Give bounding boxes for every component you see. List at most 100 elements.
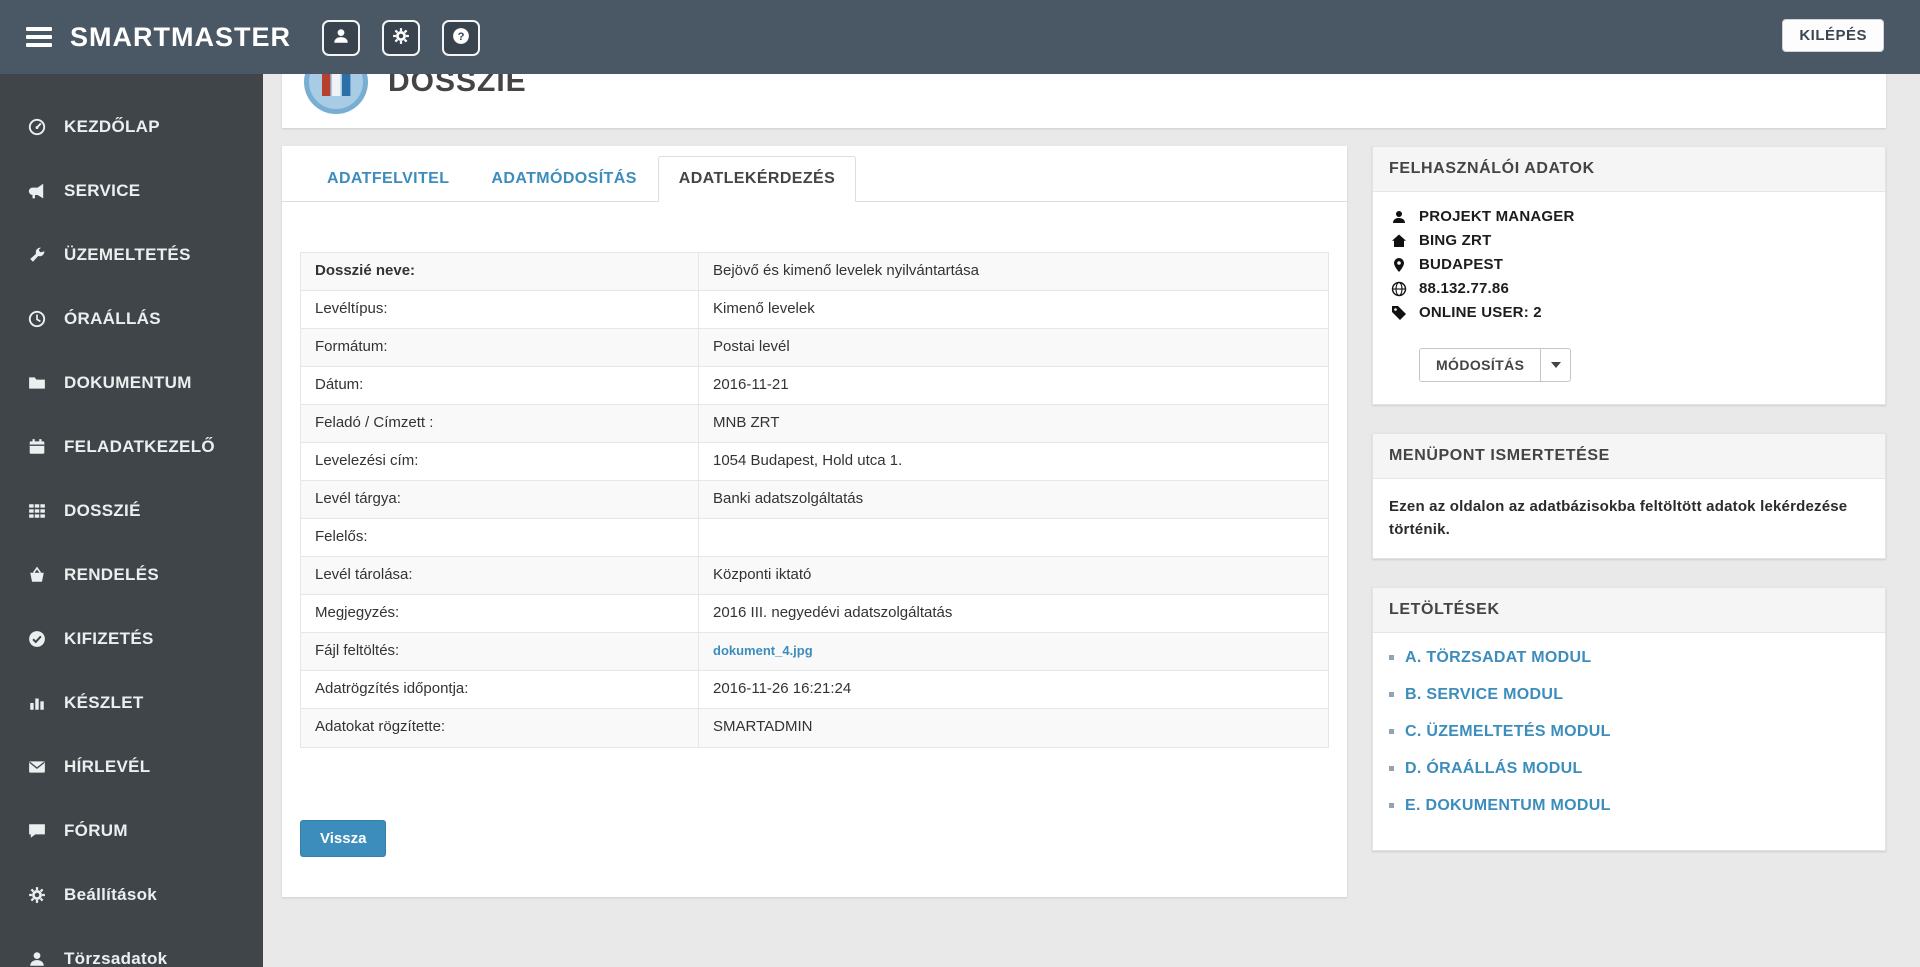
row-label: Fájl feltöltés: [301, 633, 699, 670]
gear-icon [392, 27, 410, 50]
bullet-icon [1389, 803, 1394, 808]
download-item: B. SERVICE MODUL [1389, 686, 1869, 704]
user-icon [28, 950, 50, 967]
modify-dropdown-button[interactable] [1541, 348, 1572, 382]
dossier-panel: ADATFELVITEL ADATMÓDOSÍTÁS ADATLEKÉRDEZÉ… [282, 146, 1347, 897]
bullet-icon [1389, 766, 1394, 771]
bar-chart-icon [28, 694, 50, 712]
downloads-card: LETÖLTÉSEK A. TÖRZSADAT MODUL B. SERVICE… [1372, 586, 1886, 851]
row-value: 1054 Budapest, Hold utca 1. [713, 452, 903, 469]
calendar-icon [28, 438, 50, 456]
row-value: 2016-11-21 [713, 376, 789, 393]
row-value: Postai levél [713, 338, 790, 355]
help-icon: ? [452, 27, 470, 50]
caret-down-icon [1550, 362, 1561, 368]
sidebar-item-beallitasok[interactable]: Beállítások [0, 863, 263, 927]
settings-button[interactable] [382, 20, 420, 56]
user-data-card: FELHASZNÁLÓI ADATOK PROJEKT MANAGER BING… [1372, 146, 1886, 405]
company-line: BING ZRT [1389, 232, 1869, 249]
sidebar-item-kezdolap[interactable]: KEZDŐLAP [0, 95, 263, 159]
table-row: Levél tárgya: Banki adatszolgáltatás [301, 481, 1328, 519]
logout-button[interactable]: KILÉPÉS [1782, 19, 1884, 52]
row-value: Bejövő és kimenő levelek nyilvántartása [713, 262, 979, 279]
download-link-uzemeltetes-modul[interactable]: C. ÜZEMELTETÉS MODUL [1405, 723, 1611, 741]
row-value: dokument_4.jpg [699, 633, 1328, 670]
globe-icon [1389, 281, 1409, 297]
gear-icon [28, 886, 50, 904]
uploaded-file-link[interactable]: dokument_4.jpg [713, 643, 813, 658]
clock-icon [28, 310, 50, 328]
check-circle-icon [28, 630, 50, 648]
row-label: Dosszié neve: [301, 253, 699, 290]
table-row: Adatokat rögzítette: SMARTADMIN [301, 709, 1328, 747]
table-row: Levél tárolása: Központi iktató [301, 557, 1328, 595]
row-label: Dátum: [301, 367, 699, 404]
sidebar-item-forum[interactable]: FÓRUM [0, 799, 263, 863]
sidebar-item-keszlet[interactable]: KÉSZLET [0, 671, 263, 735]
modify-button[interactable]: MÓDOSÍTÁS [1419, 348, 1542, 382]
tab-adatmodositas[interactable]: ADATMÓDOSÍTÁS [470, 156, 657, 202]
dossier-detail-table: Dosszié neve: Bejövő és kimenő levelek n… [300, 252, 1329, 748]
online-users-line: ONLINE USER: 2 [1389, 304, 1869, 321]
table-row: Dátum: 2016-11-21 [301, 367, 1328, 405]
row-label: Adatokat rögzítette: [301, 709, 699, 747]
sidebar-item-uzemeltetes[interactable]: ÜZEMELTETÉS [0, 223, 263, 287]
tab-adatlekerdezes[interactable]: ADATLEKÉRDEZÉS [657, 156, 857, 202]
row-label: Levél tárgya: [301, 481, 699, 518]
bullet-icon [1389, 729, 1394, 734]
row-value: 2016 III. negyedévi adatszolgáltatás [713, 604, 953, 621]
city-line: BUDAPEST [1389, 256, 1869, 273]
download-link-service-modul[interactable]: B. SERVICE MODUL [1405, 686, 1563, 704]
table-row: Megjegyzés: 2016 III. negyedévi adatszol… [301, 595, 1328, 633]
download-link-dokumentum-modul[interactable]: E. DOKUMENTUM MODUL [1405, 797, 1611, 815]
table-row: Formátum: Postai levél [301, 329, 1328, 367]
downloads-card-title: LETÖLTÉSEK [1373, 587, 1885, 633]
user-role-line: PROJEKT MANAGER [1389, 208, 1869, 225]
row-value: MNB ZRT [713, 414, 780, 431]
row-value: Kimenő levelek [713, 300, 815, 317]
sidebar-item-torzsadatok[interactable]: Törzsadatok [0, 927, 263, 967]
download-link-oraallas-modul[interactable]: D. ÓRAÁLLÁS MODUL [1405, 760, 1583, 778]
app-brand: SMARTMASTER [70, 21, 291, 52]
bullet-icon [1389, 655, 1394, 660]
sidebar-item-dokumentum[interactable]: DOKUMENTUM [0, 351, 263, 415]
row-label: Feladó / Címzett : [301, 405, 699, 442]
wrench-icon [28, 246, 50, 264]
help-button[interactable]: ? [442, 20, 480, 56]
sidebar-item-dosszie[interactable]: DOSSZIÉ [0, 479, 263, 543]
topbar-icon-group: ? [322, 20, 480, 56]
row-label: Formátum: [301, 329, 699, 366]
tab-adatfelvitel[interactable]: ADATFELVITEL [306, 156, 470, 202]
tag-icon [1389, 305, 1409, 321]
topbar: SMARTMASTER ? KILÉPÉS [0, 0, 1920, 74]
row-label: Levéltípus: [301, 291, 699, 328]
row-label: Megjegyzés: [301, 595, 699, 632]
sidebar-item-hirlevel[interactable]: HÍRLEVÉL [0, 735, 263, 799]
grid-icon [28, 502, 50, 520]
row-label: Levelezési cím: [301, 443, 699, 480]
comment-icon [28, 822, 50, 840]
menu-info-text: Ezen az oldalon az adatbázisokba feltölt… [1389, 498, 1848, 539]
modify-split-button: MÓDOSÍTÁS [1419, 348, 1572, 382]
right-column: FELHASZNÁLÓI ADATOK PROJEKT MANAGER BING… [1372, 146, 1886, 879]
sidebar-item-rendeles[interactable]: RENDELÉS [0, 543, 263, 607]
download-item: C. ÜZEMELTETÉS MODUL [1389, 723, 1869, 741]
table-row: Levéltípus: Kimenő levelek [301, 291, 1328, 329]
download-item: A. TÖRZSADAT MODUL [1389, 649, 1869, 667]
back-button[interactable]: Vissza [300, 820, 387, 857]
sidebar-item-oraallas[interactable]: ÓRAÁLLÁS [0, 287, 263, 351]
svg-text:?: ? [458, 31, 465, 43]
download-link-torzsadat-modul[interactable]: A. TÖRZSADAT MODUL [1405, 649, 1591, 667]
sidebar-item-feladatkezelo[interactable]: FELADATKEZELŐ [0, 415, 263, 479]
table-row: Levelezési cím: 1054 Budapest, Hold utca… [301, 443, 1328, 481]
profile-button[interactable] [322, 20, 360, 56]
sidebar: KEZDŐLAP SERVICE ÜZEMELTETÉS ÓRAÁLLÁS DO… [0, 74, 263, 967]
envelope-icon [28, 758, 50, 776]
row-value: 2016-11-26 16:21:24 [713, 680, 852, 697]
sidebar-item-kifizetes[interactable]: KIFIZETÉS [0, 607, 263, 671]
user-data-card-title: FELHASZNÁLÓI ADATOK [1373, 147, 1885, 192]
row-value [699, 519, 1328, 556]
hamburger-menu-icon[interactable] [26, 23, 56, 51]
table-row: Felelős: [301, 519, 1328, 557]
sidebar-item-service[interactable]: SERVICE [0, 159, 263, 223]
